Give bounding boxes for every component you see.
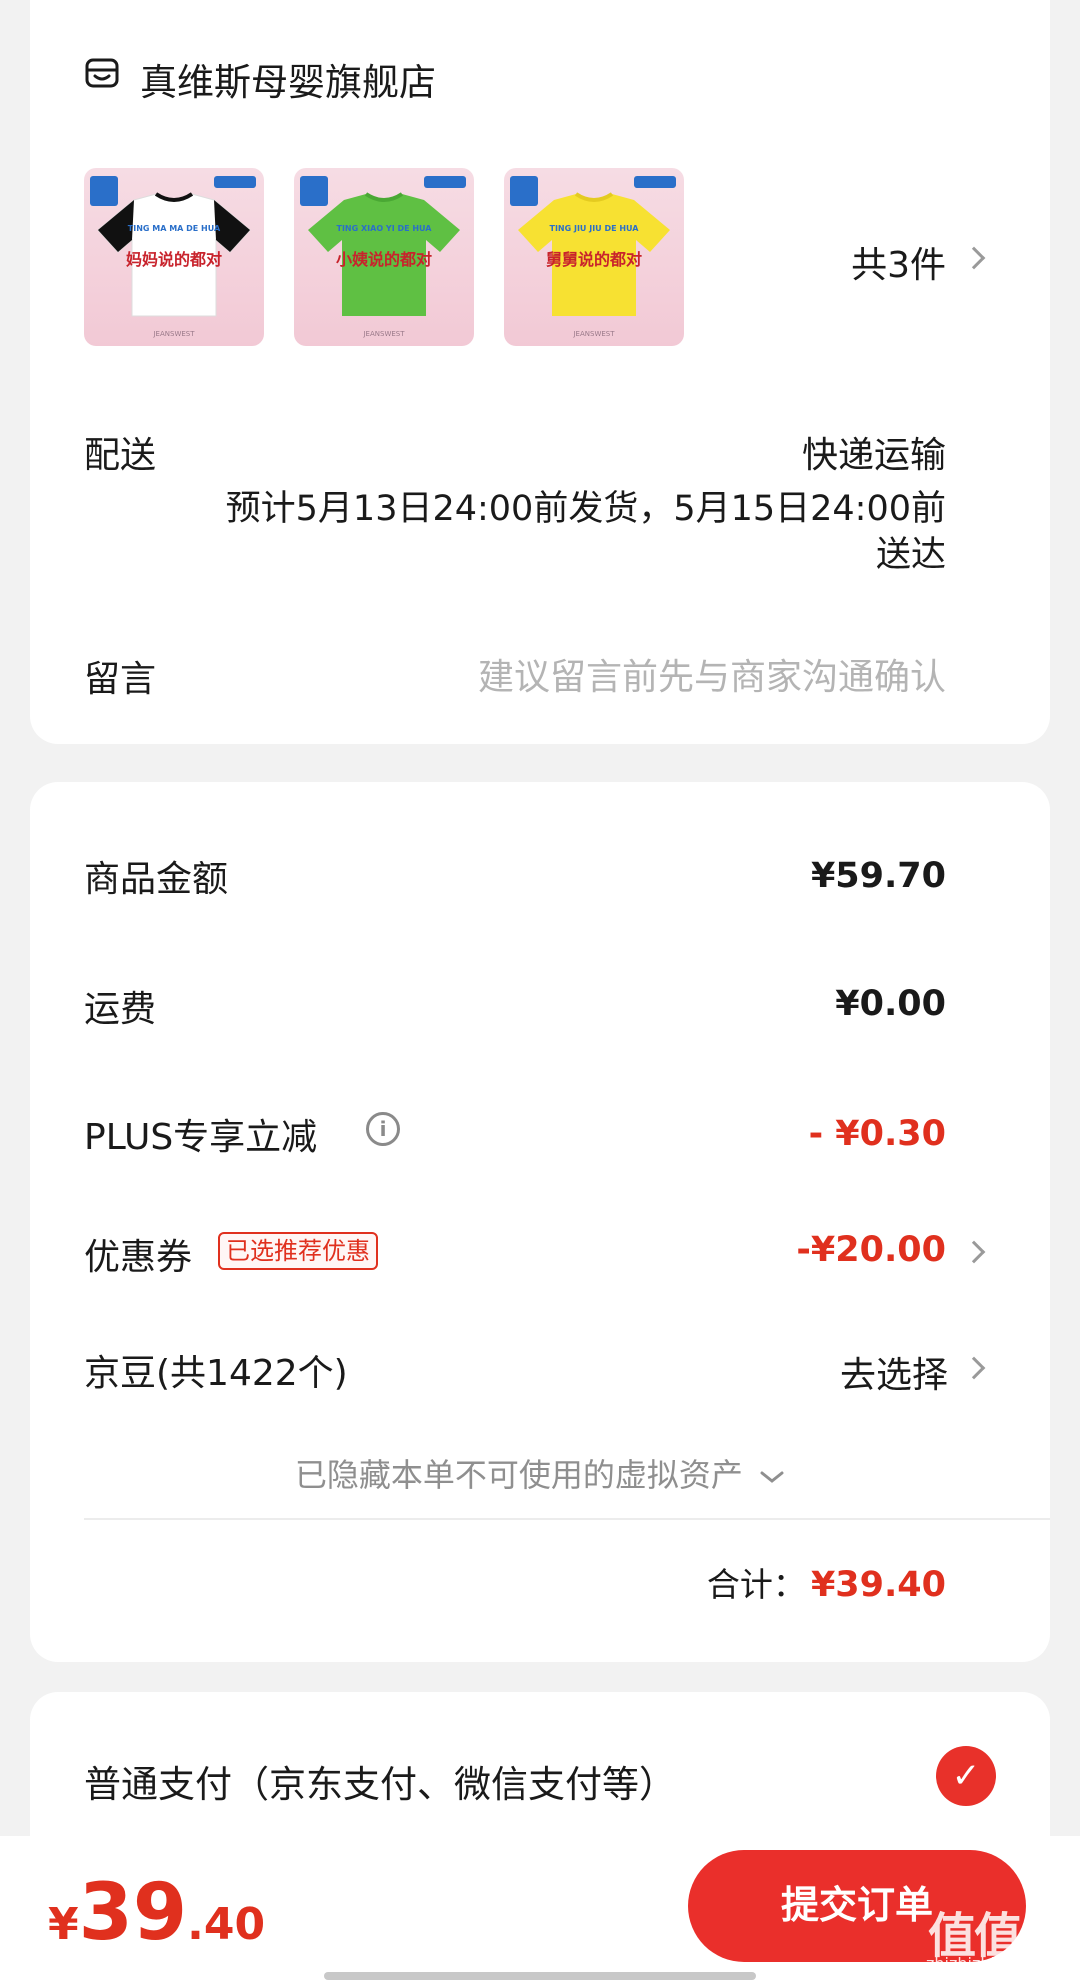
thumb-footer: JEANSWEST [573,330,615,338]
coupon-recommended-tag: 已选推荐优惠 [218,1232,378,1270]
shipping-label: 运费 [84,989,157,1030]
hidden-assets-toggle[interactable]: 已隐藏本单不可使用的虚拟资产 [0,1450,1080,1496]
official-badge [634,176,676,188]
jingdou-label: 京豆(共1422个) [84,1353,348,1394]
plus-discount-label: PLUS专享立减 [84,1117,318,1158]
shirt-text: 妈妈说的都对 [125,250,222,269]
goods-amount-label: 商品金额 [84,859,229,900]
delivery-eta-cont: 送达 [875,535,946,575]
item-count[interactable]: 共3件 [820,236,946,288]
plus-discount-value: - ¥0.30 [808,1114,946,1154]
delivery-method[interactable]: 快递运输 [500,426,946,478]
shipping-value: ¥0.00 [835,984,946,1024]
chevron-down-icon [760,1471,784,1483]
divider [84,1518,1050,1520]
goods-amount-value: ¥59.70 [810,856,946,896]
message-label: 留言 [84,659,157,700]
coupon-label: 优惠券 [84,1237,193,1278]
message-input[interactable]: 建议留言前先与商家沟通确认 [300,648,946,700]
shirt-text: 舅舅说的都对 [545,250,642,269]
store-name[interactable]: 真维斯母婴旗舰店 [140,52,436,106]
product-thumbnail[interactable]: TING MA MA DE HUA 妈妈说的都对 JEANSWEST [84,168,264,346]
thumb-footer: JEANSWEST [363,330,405,338]
price-decimal: .40 [187,1899,266,1950]
total-row: 合计： ¥39.40 [500,1558,946,1606]
delivery-label: 配送 [84,435,157,476]
payment-option-label[interactable]: 普通支付（京东支付、微信支付等） [84,1754,676,1808]
bottom-total-price: ¥39.40 [48,1868,265,1958]
shirt-text: 小姨说的都对 [335,250,432,269]
shirt-subtext: TING XIAO YI DE HUA [336,224,432,233]
currency-symbol: ¥ [48,1899,79,1950]
delivery-eta: 预计5月13日24:00前发货，5月15日24:00前 [225,489,946,529]
shirt-subtext: TING JIU JIU DE HUA [549,224,639,233]
store-icon [84,56,120,92]
shirt-subtext: TING MA MA DE HUA [127,224,221,233]
product-thumbnail[interactable]: TING JIU JIU DE HUA 舅舅说的都对 JEANSWEST [504,168,684,346]
pricing-card [30,782,1050,1662]
checkmark-icon[interactable]: ✓ [936,1746,996,1806]
home-indicator[interactable] [324,1972,756,1980]
watermark-url: zhizhizhi.com [926,1954,1035,1973]
official-badge [214,176,256,188]
coupon-value[interactable]: -¥20.00 [646,1230,946,1270]
total-label: 合计： [706,1565,806,1604]
official-badge [424,176,466,188]
jingdou-select[interactable]: 去选择 [746,1346,948,1398]
order-card [30,0,1050,744]
hidden-assets-text: 已隐藏本单不可使用的虚拟资产 [294,1456,743,1494]
product-thumbnail[interactable]: TING XIAO YI DE HUA 小姨说的都对 JEANSWEST [294,168,474,346]
thumb-footer: JEANSWEST [153,330,195,338]
price-integer: 39 [78,1868,188,1958]
total-value: ¥39.40 [810,1565,946,1605]
info-icon[interactable]: i [366,1112,400,1146]
